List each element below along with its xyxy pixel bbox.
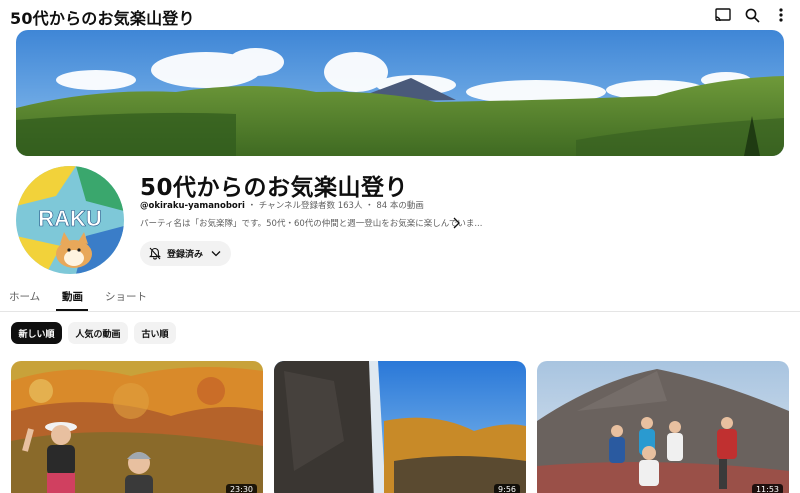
video-duration: 11:53 [751,484,783,493]
video-thumbnail[interactable]: 23:30 [11,361,263,493]
subscriber-count: チャンネル登録者数 163人 [258,201,363,211]
channel-meta: @okiraku-yamanobori ・ チャンネル登録者数 163人 ・ 8… [140,199,424,211]
subscribed-button[interactable]: 登録済み [140,241,231,266]
chip-oldest[interactable]: 古い順 [134,322,176,344]
tab-shorts[interactable]: ショート [105,289,147,304]
tab-home[interactable]: ホーム [9,289,40,304]
meta-separator: ・ [247,201,257,211]
video-duration: 23:30 [225,484,257,493]
chevron-right-icon[interactable] [451,215,461,229]
cast-icon[interactable] [714,6,732,24]
chip-popular[interactable]: 人気の動画 [68,322,128,344]
video-duration: 9:56 [494,484,520,493]
subscribed-label: 登録済み [167,250,204,260]
tab-videos[interactable]: 動画 [62,289,83,304]
channel-banner [16,30,784,156]
channel-tabs: ホーム 動画 ショート [0,282,800,312]
channel-description[interactable]: パーティ名は「お気楽隊」です。50代・60代の仲間と週一登山をお気楽に楽しんでい… [140,217,482,229]
channel-avatar[interactable]: RAKU [16,166,124,274]
video-thumbnail[interactable]: 11:53 [537,361,789,493]
channel-handle: @okiraku-yamanobori [140,201,245,211]
top-bar: 50代からのお気楽山登り [0,0,800,30]
search-icon[interactable] [743,6,761,24]
avatar-logo-text: RAKU [38,206,102,231]
meta-separator: ・ [365,201,374,211]
channel-name: 50代からのお気楽山登り [140,175,409,201]
chip-newest[interactable]: 新しい順 [11,322,62,344]
active-tab-indicator [56,309,88,311]
video-thumbnail[interactable]: 9:56 [274,361,526,493]
more-vert-icon[interactable] [772,6,790,24]
video-count: 84 本の動画 [376,201,424,211]
chevron-down-icon [211,251,221,257]
notification-off-icon [149,247,161,260]
header-title: 50代からのお気楽山登り [10,9,195,28]
